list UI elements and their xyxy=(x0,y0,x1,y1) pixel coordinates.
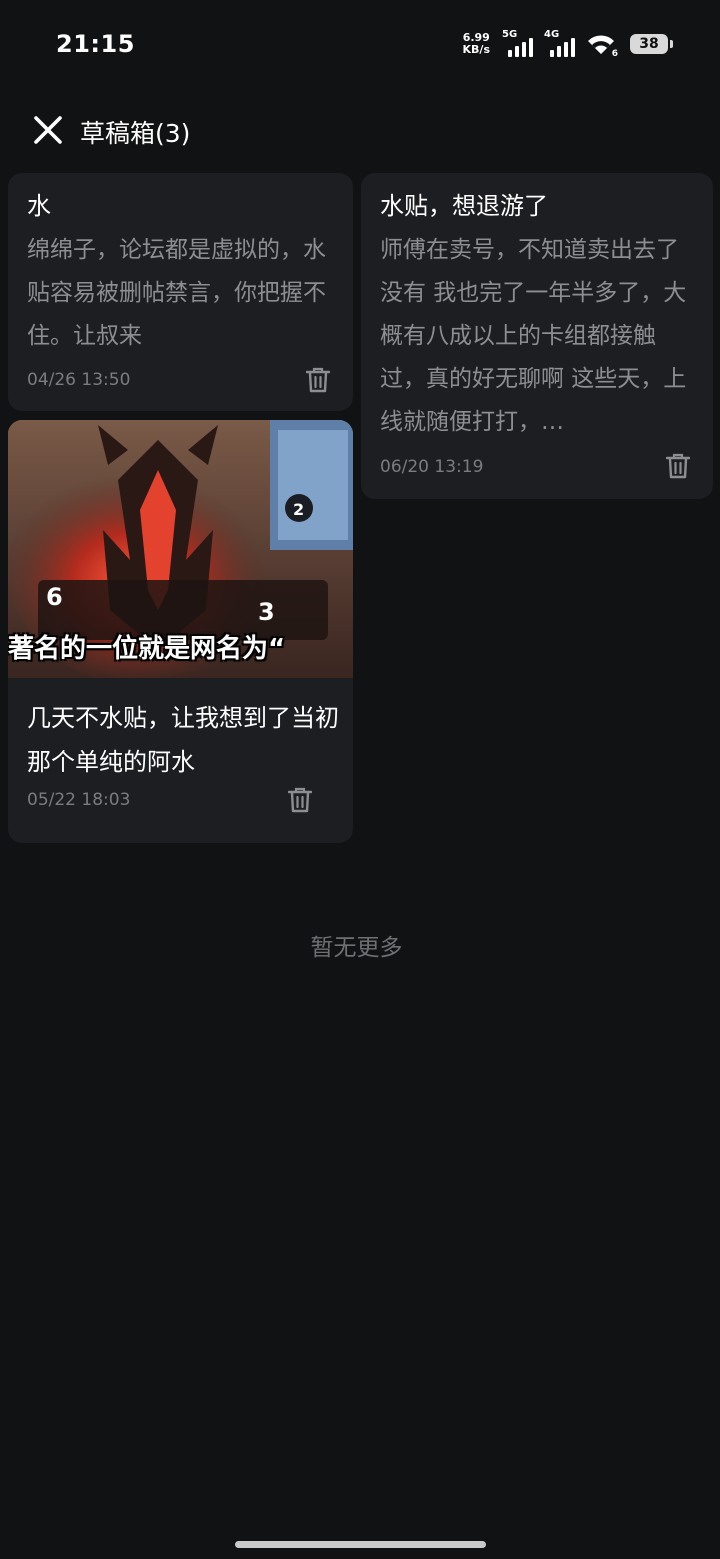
draft-card[interactable]: 水 绵绵子，论坛都是虚拟的，水贴容易被删帖禁言，你把握不住。让叔来 04/26 … xyxy=(8,173,353,411)
wifi-icon: 6 xyxy=(586,29,620,59)
wifi-sub-label: 6 xyxy=(611,49,618,59)
draft-title: 几天不水贴，让我想到了当初那个单纯的阿水 xyxy=(27,704,339,776)
no-more-label: 暂无更多 xyxy=(310,935,403,961)
thumbnail-caption: 著名的一位就是网名为“ xyxy=(8,634,286,664)
status-indicators: 6.99 KB/s 5G 4G 6 38 xyxy=(463,28,673,60)
status-bar: 21:15 6.99 KB/s 5G 4G 6 38 xyxy=(0,0,720,92)
trash-icon xyxy=(306,367,330,393)
draft-preview: 师傅在卖号，不知道卖出去了没有 我也完了一年半多了，大概有八成以上的卡组都接触过… xyxy=(380,237,687,435)
draft-title: 水 xyxy=(27,192,51,220)
trash-icon xyxy=(666,453,690,479)
draft-title: 水贴，想退游了 xyxy=(380,192,548,220)
delete-draft-button[interactable] xyxy=(284,784,316,816)
thumbnail-number-left: 6 xyxy=(46,583,63,611)
draft-date: 06/20 13:19 xyxy=(380,457,484,477)
signal-4g-icon: 4G xyxy=(544,29,578,59)
header: 草稿箱(3) xyxy=(0,100,720,160)
delete-draft-button[interactable] xyxy=(302,364,334,396)
thumbnail-number-badge: 2 xyxy=(293,500,304,519)
thumbnail-number-right: 3 xyxy=(258,598,275,626)
close-icon xyxy=(34,116,62,144)
draft-date: 05/22 18:03 xyxy=(27,790,131,810)
delete-draft-button[interactable] xyxy=(662,450,694,482)
signal-5g-icon: 5G xyxy=(502,29,536,59)
battery-level: 38 xyxy=(639,36,659,52)
battery-icon: 38 xyxy=(630,34,673,54)
home-indicator[interactable] xyxy=(235,1541,486,1548)
draft-card[interactable]: 6 3 2 著名的一位就是网名为“ 几天不水贴，让我想到了当初那个单纯的阿水 0… xyxy=(8,420,353,843)
draft-thumbnail: 6 3 2 著名的一位就是网名为“ xyxy=(8,420,353,678)
draft-date: 04/26 13:50 xyxy=(27,370,131,390)
network-speed: 6.99 KB/s xyxy=(463,32,490,56)
page-title: 草稿箱(3) xyxy=(80,119,191,148)
status-time: 21:15 xyxy=(56,30,135,58)
network-speed-unit: KB/s xyxy=(462,43,490,56)
close-button[interactable] xyxy=(28,110,68,150)
draft-preview: 绵绵子，论坛都是虚拟的，水贴容易被删帖禁言，你把握不住。让叔来 xyxy=(27,237,326,349)
draft-card[interactable]: 水贴，想退游了 师傅在卖号，不知道卖出去了没有 我也完了一年半多了，大概有八成以… xyxy=(361,173,713,499)
trash-icon xyxy=(288,787,312,813)
